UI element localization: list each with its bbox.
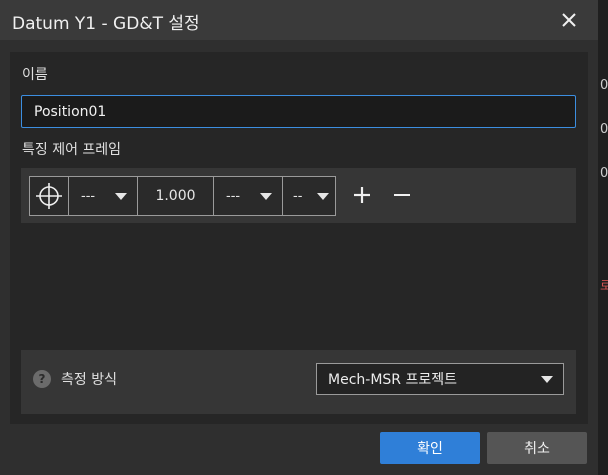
datum-dropdown-value: -- xyxy=(293,188,303,204)
background-text-fragment: 0 xyxy=(600,78,608,93)
gdt-settings-dialog: Datum Y1 - GD&T 설정 이름 특징 제어 프레임 --- 1.00… xyxy=(0,0,598,475)
dialog-titlebar[interactable]: Datum Y1 - GD&T 설정 xyxy=(0,0,598,40)
tolerance-value: 1.000 xyxy=(155,188,196,204)
datum-dropdown[interactable]: -- xyxy=(282,176,336,216)
modifier-dropdown[interactable]: --- xyxy=(68,176,138,216)
add-frame-button[interactable] xyxy=(350,183,374,207)
modifier-dropdown-value: --- xyxy=(81,188,96,204)
dialog-title: Datum Y1 - GD&T 설정 xyxy=(12,14,200,34)
background-window-edge: 0 0 0 로 xyxy=(598,0,608,475)
minus-icon xyxy=(394,194,410,196)
chevron-down-icon xyxy=(115,192,127,200)
background-text-fragment: 0 xyxy=(600,122,608,137)
chevron-down-icon xyxy=(541,375,553,383)
background-text-fragment: 로 xyxy=(600,279,608,294)
tolerance-value-field[interactable]: 1.000 xyxy=(137,176,214,216)
feature-control-frame-label: 특징 제어 프레임 xyxy=(22,142,122,158)
feature-control-frame: --- 1.000 --- -- xyxy=(29,176,336,216)
position-symbol-icon xyxy=(36,183,62,209)
name-label: 이름 xyxy=(22,67,48,83)
name-input[interactable] xyxy=(21,95,576,128)
material-condition-dropdown-value: --- xyxy=(226,188,241,204)
position-symbol-cell[interactable] xyxy=(29,176,69,216)
chevron-down-icon xyxy=(317,192,329,200)
ok-button[interactable]: 확인 xyxy=(380,432,480,464)
plus-icon xyxy=(354,187,370,203)
close-button[interactable] xyxy=(555,6,583,34)
material-condition-dropdown[interactable]: --- xyxy=(213,176,283,216)
remove-frame-button[interactable] xyxy=(390,183,414,207)
chevron-down-icon xyxy=(260,192,272,200)
cancel-button[interactable]: 취소 xyxy=(487,432,587,464)
close-icon xyxy=(562,13,576,27)
background-text-fragment: 0 xyxy=(600,166,608,181)
measurement-method-value: Mech-MSR 프로젝트 xyxy=(328,372,457,388)
help-icon[interactable]: ? xyxy=(33,370,51,388)
measurement-method-select[interactable]: Mech-MSR 프로젝트 xyxy=(316,363,564,395)
measurement-method-label: 측정 방식 xyxy=(61,372,117,388)
